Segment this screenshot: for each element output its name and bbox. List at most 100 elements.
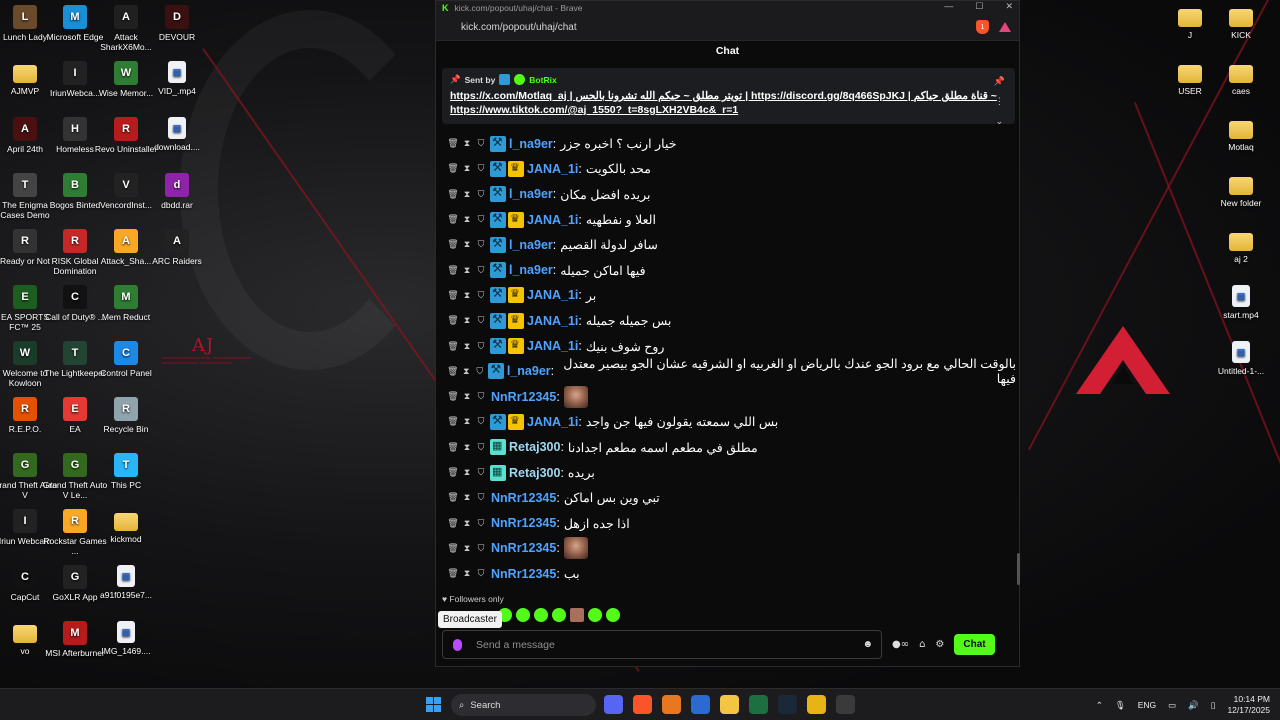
chat-message[interactable]: 🗑⧗⛉ JANA_1i:بس اللي سمعته يقولون فيها جن … — [446, 409, 1016, 434]
timeout-icon[interactable]: ⧗ — [459, 366, 472, 377]
desktop-icon[interactable]: A ARC Raiders — [144, 229, 210, 266]
ban-icon[interactable]: ⛉ — [474, 467, 488, 478]
brave-rewards-icon[interactable] — [999, 22, 1011, 32]
taskbar-search[interactable]: ⌕ Search — [451, 694, 596, 716]
clock[interactable]: 10:14 PM 12/17/2025 — [1227, 694, 1270, 716]
excel-icon[interactable] — [749, 695, 768, 714]
emote-button[interactable] — [534, 608, 548, 622]
minimize-icon[interactable]: — — [944, 1, 953, 12]
settings-icon[interactable]: ⚙ — [935, 639, 944, 650]
desktop-icon[interactable]: New folder — [1208, 173, 1274, 208]
ban-icon[interactable]: ⛉ — [474, 341, 488, 352]
brave-icon[interactable] — [633, 695, 652, 714]
volume-icon[interactable]: 🔊 — [1188, 700, 1199, 711]
send-chat-button[interactable]: Chat — [954, 634, 995, 655]
delete-message-icon[interactable]: 🗑 — [446, 239, 460, 250]
app-icon[interactable] — [691, 695, 710, 714]
delete-message-icon[interactable]: 🗑 — [446, 366, 459, 377]
delete-message-icon[interactable]: 🗑 — [446, 138, 460, 149]
microphone-tray-icon[interactable]: 🎙 — [1115, 700, 1126, 711]
timeout-icon[interactable]: ⧗ — [460, 467, 474, 478]
timeout-icon[interactable]: ⧗ — [460, 341, 474, 352]
ban-icon[interactable]: ⛉ — [474, 265, 488, 276]
desktop-icon[interactable]: M Mem Reduct — [93, 285, 159, 322]
delete-message-icon[interactable]: 🗑 — [446, 416, 460, 427]
unpin-icon[interactable]: 📌 — [994, 76, 1005, 87]
file-explorer-icon[interactable] — [720, 695, 739, 714]
ban-icon[interactable]: ⛉ — [474, 391, 488, 402]
discord-icon[interactable] — [604, 695, 623, 714]
desktop-icon[interactable]: ▤ a91f0195e7... — [93, 565, 159, 600]
chat-message[interactable]: 🗑⧗⛉ l_na9er:سافر لدولة القصيم — [446, 232, 1016, 257]
chat-username[interactable]: NnRr12345 — [491, 491, 556, 505]
chat-message[interactable]: 🗑⧗⛉ l_na9er:خيار ارنب ؟ اخبره جزر — [446, 131, 1016, 156]
timeout-icon[interactable]: ⧗ — [460, 239, 474, 250]
steam-icon[interactable] — [778, 695, 797, 714]
network-icon[interactable]: ▭ — [1168, 700, 1176, 711]
desktop-icon[interactable]: kickmod — [93, 509, 159, 544]
app-icon[interactable] — [662, 695, 681, 714]
kick-points-icon[interactable]: ●∞ — [892, 639, 909, 650]
ban-icon[interactable]: ⛉ — [474, 568, 488, 579]
quick-emote-bar[interactable] — [498, 608, 620, 622]
start-button[interactable] — [426, 697, 441, 712]
pinned-message-text[interactable]: https://x.com/Motlaq_aj | تويتر مطلق ~ ح… — [450, 89, 1007, 117]
chat-message[interactable]: 🗑⧗⛉ JANA_1i:بر — [446, 283, 1016, 308]
delete-message-icon[interactable]: 🗑 — [446, 265, 460, 276]
chat-username[interactable]: l_na9er — [507, 364, 551, 378]
timeout-icon[interactable]: ⧗ — [460, 290, 474, 301]
app-icon[interactable] — [836, 695, 855, 714]
battery-icon[interactable]: ▯ — [1211, 700, 1216, 711]
chat-message-list[interactable]: 🗑⧗⛉l_na9er:خيار ارنب ؟ اخبره جزر🗑⧗⛉JANA_… — [446, 131, 1016, 586]
chat-username[interactable]: NnRr12345 — [491, 541, 556, 555]
delete-message-icon[interactable]: 🗑 — [446, 518, 460, 529]
chat-username[interactable]: NnRr12345 — [491, 390, 556, 404]
maximize-icon[interactable]: ☐ — [975, 1, 983, 12]
timeout-icon[interactable]: ⧗ — [460, 391, 474, 402]
chat-username[interactable]: JANA_1i — [527, 162, 578, 176]
emoji-icon[interactable]: ☻ — [862, 639, 873, 650]
chat-username[interactable]: l_na9er — [509, 238, 553, 252]
delete-message-icon[interactable]: 🗑 — [446, 214, 460, 225]
chat-message[interactable]: 🗑⧗⛉ JANA_1i:بس جميله جميله — [446, 308, 1016, 333]
emote-button[interactable] — [516, 608, 530, 622]
timeout-icon[interactable]: ⧗ — [460, 214, 474, 225]
timeout-icon[interactable]: ⧗ — [460, 416, 474, 427]
timeout-icon[interactable]: ⧗ — [460, 189, 474, 200]
ban-icon[interactable]: ⛉ — [474, 416, 488, 427]
chat-username[interactable]: Retaj300 — [509, 440, 560, 454]
desktop-icon[interactable]: ▤ download.... — [144, 117, 210, 152]
pinned-sender-name[interactable]: BotRix — [529, 75, 556, 85]
desktop-icon[interactable]: T This PC — [93, 453, 159, 490]
address-bar[interactable]: kick.com/popout/uhaj/chat 1 — [436, 14, 1019, 41]
emote-button[interactable] — [552, 608, 566, 622]
chat-username[interactable]: JANA_1i — [527, 314, 578, 328]
chevron-up-icon[interactable]: ⌃ — [1096, 700, 1103, 711]
timeout-icon[interactable]: ⧗ — [460, 138, 474, 149]
ban-icon[interactable]: ⛉ — [474, 214, 488, 225]
ban-icon[interactable]: ⛉ — [474, 442, 488, 453]
delete-message-icon[interactable]: 🗑 — [446, 341, 460, 352]
ban-icon[interactable]: ⛉ — [474, 315, 488, 326]
chat-message[interactable]: 🗑⧗⛉ l_na9er: بالوقت الحالي مع برود الجو عن… — [446, 357, 1016, 386]
emote-button[interactable] — [606, 608, 620, 622]
browser-titlebar[interactable]: K kick.com/popout/uhaj/chat - Brave — ☐ … — [436, 1, 1019, 14]
chat-scrollbar[interactable] — [1017, 553, 1020, 585]
chat-message[interactable]: 🗑⧗⛉ l_na9er:بريده افضل مكان — [446, 182, 1016, 207]
desktop-icon[interactable]: caes — [1208, 61, 1274, 96]
ban-icon[interactable]: ⛉ — [474, 543, 488, 554]
desktop-icon[interactable]: KICK — [1208, 5, 1274, 40]
pinned-message[interactable]: 📌 Sent by BotRix https://x.com/Motlaq_aj… — [442, 68, 1015, 126]
desktop-icon[interactable]: d dbdd.rar — [144, 173, 210, 210]
delete-message-icon[interactable]: 🗑 — [446, 189, 460, 200]
desktop-icon[interactable]: ▤ IMG_1469.... — [93, 621, 159, 656]
chat-username[interactable]: Retaj300 — [509, 466, 560, 480]
delete-message-icon[interactable]: 🗑 — [446, 543, 460, 554]
timeout-icon[interactable]: ⧗ — [460, 492, 474, 503]
microphone-icon[interactable] — [453, 638, 462, 651]
timeout-icon[interactable]: ⧗ — [460, 568, 474, 579]
chat-message[interactable]: 🗑⧗⛉ JANA_1i:العلا و نفطهيه — [446, 207, 1016, 232]
emote-button[interactable] — [570, 608, 584, 622]
timeout-icon[interactable]: ⧗ — [460, 442, 474, 453]
chat-message[interactable]: 🗑⧗⛉ JANA_1i:محد بالكويت — [446, 156, 1016, 181]
